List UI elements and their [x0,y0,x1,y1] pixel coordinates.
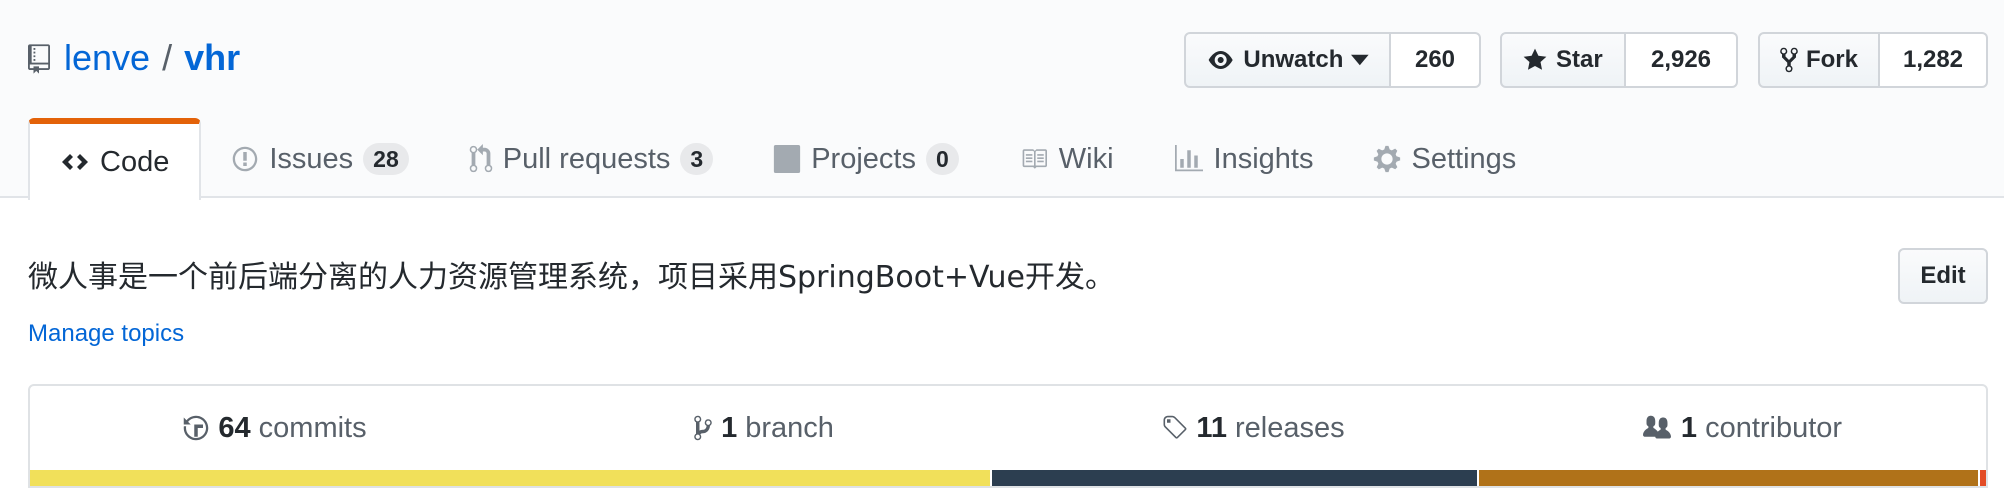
star-group: Star 2,926 [1500,32,1738,88]
tab-projects[interactable]: Projects 0 [743,120,989,198]
summary-numbers: 64 commits 1 branch 11 releases 1 contri… [30,386,1986,470]
history-icon [184,415,209,441]
repo-name-link[interactable]: vhr [184,37,240,79]
fork-button[interactable]: Fork [1758,32,1880,88]
tab-pull-requests-label: Pull requests [502,142,671,175]
contributors-count: 1 [1680,411,1698,444]
contributors-label: contributor [1705,411,1843,444]
contributors-summary[interactable]: 1 contributor [1497,386,1986,470]
language-bar[interactable] [30,470,1986,486]
commits-label: commits [258,411,367,444]
releases-summary[interactable]: 11 releases [1008,386,1497,470]
tag-icon [1163,415,1187,439]
tab-wiki[interactable]: Wiki [989,120,1144,198]
fork-label: Fork [1805,46,1858,73]
tab-issues-label: Issues [269,142,354,175]
star-button[interactable]: Star [1500,32,1626,88]
language-segment[interactable] [30,470,991,486]
tab-settings[interactable]: Settings [1343,120,1546,198]
repo-owner-link[interactable]: lenve [64,37,150,79]
repo-title: lenve / vhr [28,34,240,82]
branches-label: branch [745,411,834,444]
tab-projects-label: Projects [811,142,916,175]
fork-icon [1780,47,1798,73]
tab-wiki-label: Wiki [1058,142,1114,175]
eye-icon [1208,51,1233,69]
tab-insights[interactable]: Insights [1144,120,1344,198]
forks-count[interactable]: 1,282 [1880,32,1988,88]
star-label: Star [1556,46,1603,73]
repo-icon [28,44,50,74]
graph-icon [1174,145,1203,172]
star-icon [1523,48,1547,70]
tab-code[interactable]: Code [28,118,202,200]
tab-code-label: Code [100,145,170,178]
project-icon [774,145,801,173]
unwatch-button[interactable]: Unwatch [1184,32,1391,88]
language-segment[interactable] [990,470,1478,486]
branch-icon [694,415,712,441]
pull-request-icon [469,144,492,173]
book-icon [1022,149,1047,169]
fork-group: Fork 1,282 [1758,32,1988,88]
branches-summary[interactable]: 1 branch [519,386,1008,470]
path-separator: / [162,37,173,78]
repo-summary: 64 commits 1 branch 11 releases 1 contri… [28,384,1988,488]
releases-label: releases [1235,411,1345,444]
releases-count: 11 [1196,411,1228,444]
caret-down-icon [1351,54,1369,66]
edit-description-button[interactable]: Edit [1898,248,1988,304]
people-icon [1642,415,1671,439]
repo-header: lenve / vhr Unwatch 260 Star 2,926 Fork … [0,0,2004,200]
pull-requests-counter: 3 [680,143,714,175]
gear-icon [1374,145,1401,173]
manage-topics-link[interactable]: Manage topics [28,320,184,348]
tab-insights-label: Insights [1213,142,1314,175]
code-icon [62,154,88,170]
unwatch-label: Unwatch [1243,46,1344,73]
language-segment[interactable] [1477,470,1979,486]
issue-icon [233,146,258,172]
tab-settings-label: Settings [1411,142,1517,175]
commits-count: 64 [218,411,251,444]
watchers-count[interactable]: 260 [1391,32,1481,88]
commits-summary[interactable]: 64 commits [30,386,519,470]
tab-pull-requests[interactable]: Pull requests 3 [439,120,743,198]
repo-description: 微人事是一个前后端分离的人力资源管理系统，项目采用SpringBoot+Vue开… [28,260,1115,295]
watch-group: Unwatch 260 [1184,32,1481,88]
issues-counter: 28 [363,143,409,175]
tab-issues[interactable]: Issues 28 [201,120,438,198]
language-segment[interactable] [1978,470,1986,486]
branches-count: 1 [721,411,738,444]
repo-nav-tabs: Code Issues 28 Pull requests 3 Projects … [28,118,1546,200]
stargazers-count[interactable]: 2,926 [1626,32,1738,88]
projects-counter: 0 [925,143,959,175]
